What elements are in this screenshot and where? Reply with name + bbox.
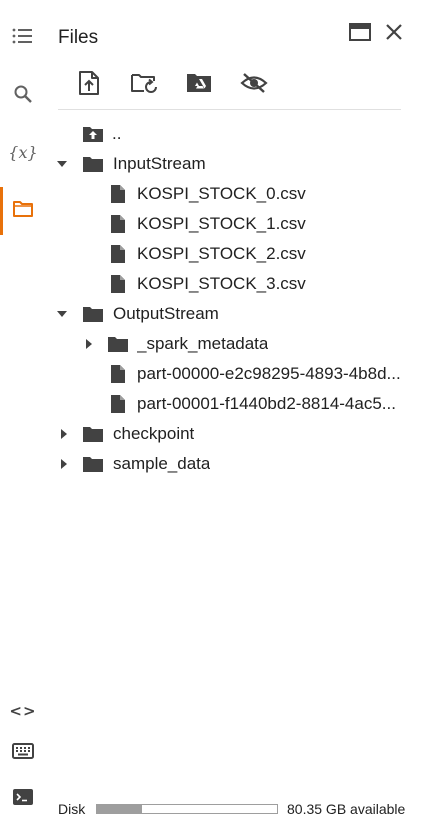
tree-folder-inputstream[interactable]: InputStream <box>46 149 423 179</box>
tree-item-label: .. <box>112 124 122 143</box>
file-icon <box>107 274 129 294</box>
table-of-contents-button[interactable] <box>0 20 46 56</box>
tree-folder-checkpoint[interactable]: checkpoint <box>46 419 423 449</box>
caret-right-icon[interactable] <box>82 337 96 351</box>
disk-label: Disk <box>58 801 86 817</box>
folder-icon <box>82 154 104 174</box>
terminal-button[interactable] <box>0 781 46 817</box>
drive-folder-icon <box>185 72 213 99</box>
toggle-hidden-files-button[interactable] <box>236 67 272 103</box>
file-icon <box>107 184 129 204</box>
code-snippets-button[interactable]: <> <box>0 693 46 729</box>
parent-directory-row[interactable]: .. <box>46 119 423 149</box>
file-icon <box>107 394 129 414</box>
find-button[interactable] <box>0 78 46 114</box>
panel-title: Files <box>58 27 99 48</box>
tree-item-label: OutputStream <box>113 304 219 323</box>
files-button[interactable] <box>0 193 46 229</box>
folder-refresh-icon <box>130 72 158 99</box>
tree-file-row[interactable]: KOSPI_STOCK_2.csv <box>46 239 423 269</box>
upload-button[interactable] <box>71 67 107 103</box>
close-icon <box>385 23 403 46</box>
folder-icon <box>82 304 104 324</box>
tree-item-label: part-00001-f1440bd2-8814-4ac5... <box>137 394 396 413</box>
folder-icon <box>82 454 104 474</box>
mount-drive-button[interactable] <box>181 67 217 103</box>
code-icon: <> <box>9 702 37 720</box>
tree-item-label: sample_data <box>113 454 211 473</box>
upload-file-icon <box>78 70 100 101</box>
tree-folder-spark-metadata[interactable]: _spark_metadata <box>46 329 423 359</box>
eye-off-icon <box>240 72 268 99</box>
list-icon <box>12 27 34 50</box>
refresh-button[interactable] <box>126 67 162 103</box>
search-icon <box>13 84 33 109</box>
toolbar-divider <box>58 109 401 110</box>
files-toolbar <box>66 67 286 103</box>
tree-item-label: InputStream <box>113 154 206 173</box>
tree-file-row[interactable]: KOSPI_STOCK_3.csv <box>46 269 423 299</box>
terminal-icon <box>12 788 34 811</box>
close-panel-button[interactable] <box>380 20 408 48</box>
disk-usage-fill <box>97 805 142 813</box>
variables-button[interactable]: {x} <box>0 134 46 170</box>
tree-file-row[interactable]: KOSPI_STOCK_0.csv <box>46 179 423 209</box>
caret-down-icon[interactable] <box>55 307 69 321</box>
disk-usage-bar <box>96 804 278 814</box>
variables-icon: {x} <box>8 142 38 162</box>
tree-file-row[interactable]: part-00001-f1440bd2-8814-4ac5... <box>46 389 423 419</box>
caret-right-icon[interactable] <box>57 457 71 471</box>
folder-icon <box>12 200 34 223</box>
caret-right-icon[interactable] <box>57 427 71 441</box>
tree-item-label: KOSPI_STOCK_1.csv <box>137 214 306 233</box>
tree-item-label: _spark_metadata <box>137 334 269 353</box>
folder-up-icon <box>82 124 104 144</box>
open-in-tab-button[interactable] <box>346 20 374 48</box>
tree-item-label: part-00000-e2c98295-4893-4b8d... <box>137 364 401 383</box>
tree-folder-outputstream[interactable]: OutputStream <box>46 299 423 329</box>
folder-icon <box>107 334 129 354</box>
file-icon <box>107 364 129 384</box>
files-panel: Files .. InputStream KOSPI_STOCK_0.csv K… <box>46 0 423 823</box>
left-rail: {x} <> <box>0 0 46 823</box>
file-icon <box>107 214 129 234</box>
folder-icon <box>82 424 104 444</box>
file-icon <box>107 244 129 264</box>
keyboard-icon <box>12 742 34 764</box>
command-palette-button[interactable] <box>0 735 46 771</box>
caret-down-icon[interactable] <box>55 157 69 171</box>
tree-file-row[interactable]: KOSPI_STOCK_1.csv <box>46 209 423 239</box>
tree-file-row[interactable]: part-00000-e2c98295-4893-4b8d... <box>46 359 423 389</box>
tree-item-label: checkpoint <box>113 424 195 443</box>
open-in-new-window-icon <box>348 22 372 47</box>
tree-item-label: KOSPI_STOCK_3.csv <box>137 274 306 293</box>
tree-item-label: KOSPI_STOCK_0.csv <box>137 184 306 203</box>
tree-folder-sample-data[interactable]: sample_data <box>46 449 423 479</box>
tree-item-label: KOSPI_STOCK_2.csv <box>137 244 306 263</box>
disk-available-text: 80.35 GB available <box>287 801 406 817</box>
disk-usage: Disk 80.35 GB available <box>58 800 423 820</box>
